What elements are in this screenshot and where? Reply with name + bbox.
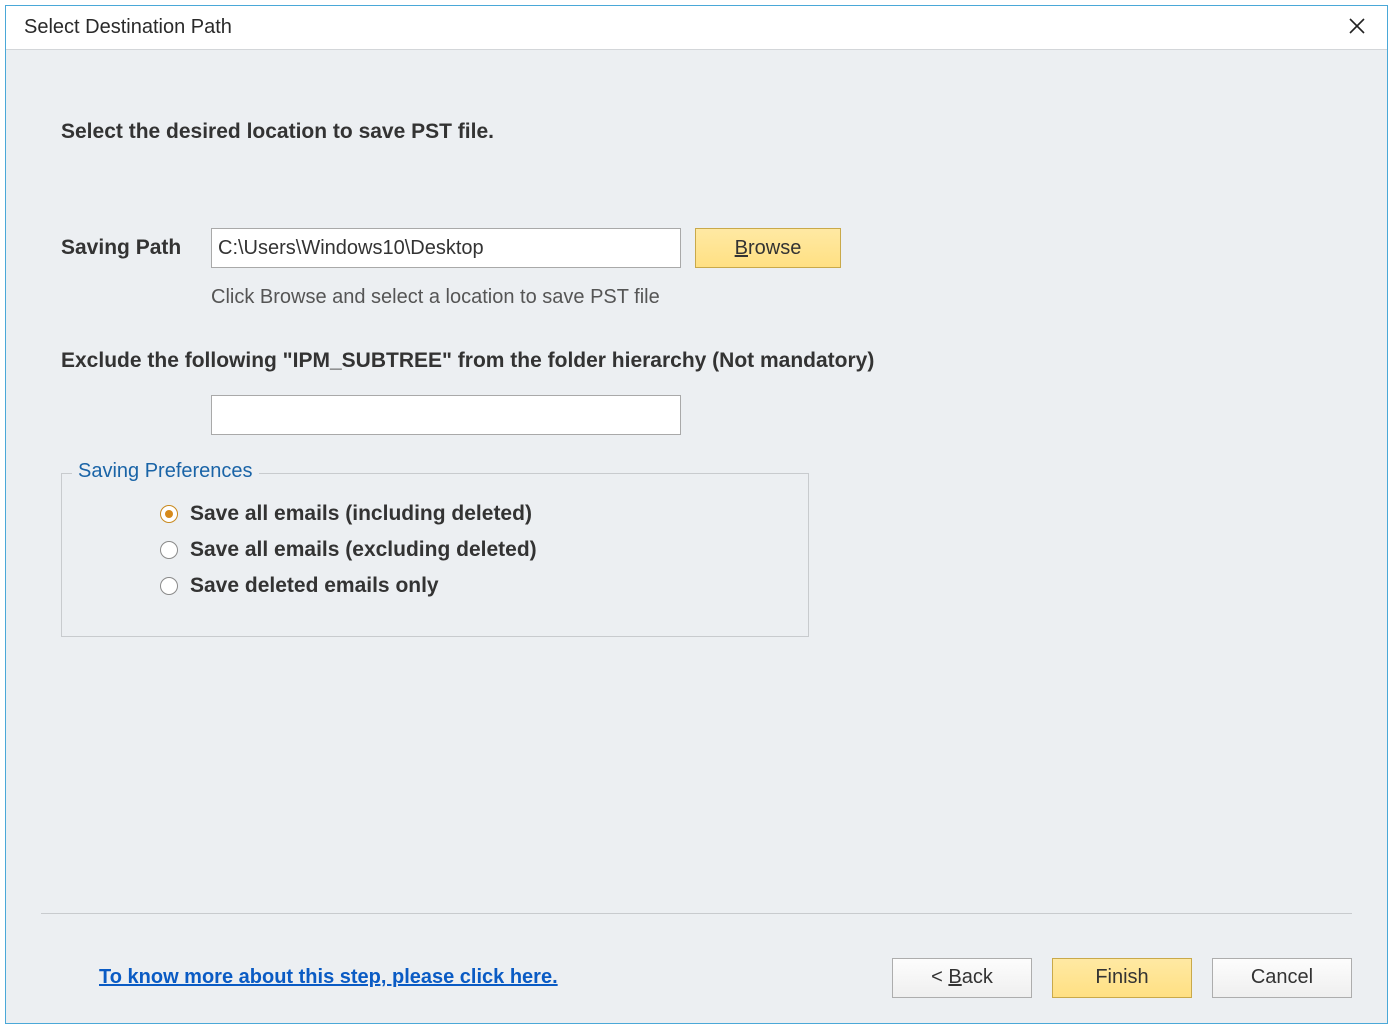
radio-option-include-deleted[interactable]: Save all emails (including deleted)	[160, 502, 784, 526]
radio-icon	[160, 577, 178, 595]
close-icon	[1348, 15, 1366, 41]
dialog-footer: To know more about this step, please cli…	[41, 913, 1352, 1023]
browse-button-label-rest: rowse	[748, 237, 801, 259]
dialog-title: Select Destination Path	[24, 16, 232, 39]
exclude-row	[211, 395, 1332, 435]
radio-label: Save all emails (including deleted)	[190, 502, 532, 526]
cancel-button[interactable]: Cancel	[1212, 958, 1352, 998]
radio-option-exclude-deleted[interactable]: Save all emails (excluding deleted)	[160, 538, 784, 562]
finish-button[interactable]: Finish	[1052, 958, 1192, 998]
back-button[interactable]: < Back	[892, 958, 1032, 998]
radio-label: Save all emails (excluding deleted)	[190, 538, 537, 562]
radio-option-deleted-only[interactable]: Save deleted emails only	[160, 574, 784, 598]
saving-preferences-legend: Saving Preferences	[72, 460, 259, 483]
radio-icon	[160, 505, 178, 523]
saving-path-input[interactable]	[211, 228, 681, 268]
exclude-input[interactable]	[211, 395, 681, 435]
exclude-label: Exclude the following "IPM_SUBTREE" from…	[61, 349, 1332, 373]
saving-path-row: Saving Path Browse	[61, 228, 1332, 268]
dialog-content: Select the desired location to save PST …	[6, 50, 1387, 913]
browse-button[interactable]: Browse	[695, 228, 841, 268]
saving-path-label: Saving Path	[61, 236, 211, 260]
radio-label: Save deleted emails only	[190, 574, 439, 598]
help-link[interactable]: To know more about this step, please cli…	[99, 966, 558, 989]
radio-group: Save all emails (including deleted) Save…	[160, 502, 784, 598]
footer-buttons: < Back Finish Cancel	[892, 958, 1352, 998]
close-button[interactable]	[1335, 8, 1379, 48]
instruction-text: Select the desired location to save PST …	[61, 120, 1332, 144]
saving-path-hint: Click Browse and select a location to sa…	[211, 286, 1332, 309]
saving-preferences-group: Saving Preferences Save all emails (incl…	[61, 473, 809, 637]
title-bar: Select Destination Path	[6, 6, 1387, 50]
radio-icon	[160, 541, 178, 559]
dialog-window: Select Destination Path Select the desir…	[5, 5, 1388, 1024]
